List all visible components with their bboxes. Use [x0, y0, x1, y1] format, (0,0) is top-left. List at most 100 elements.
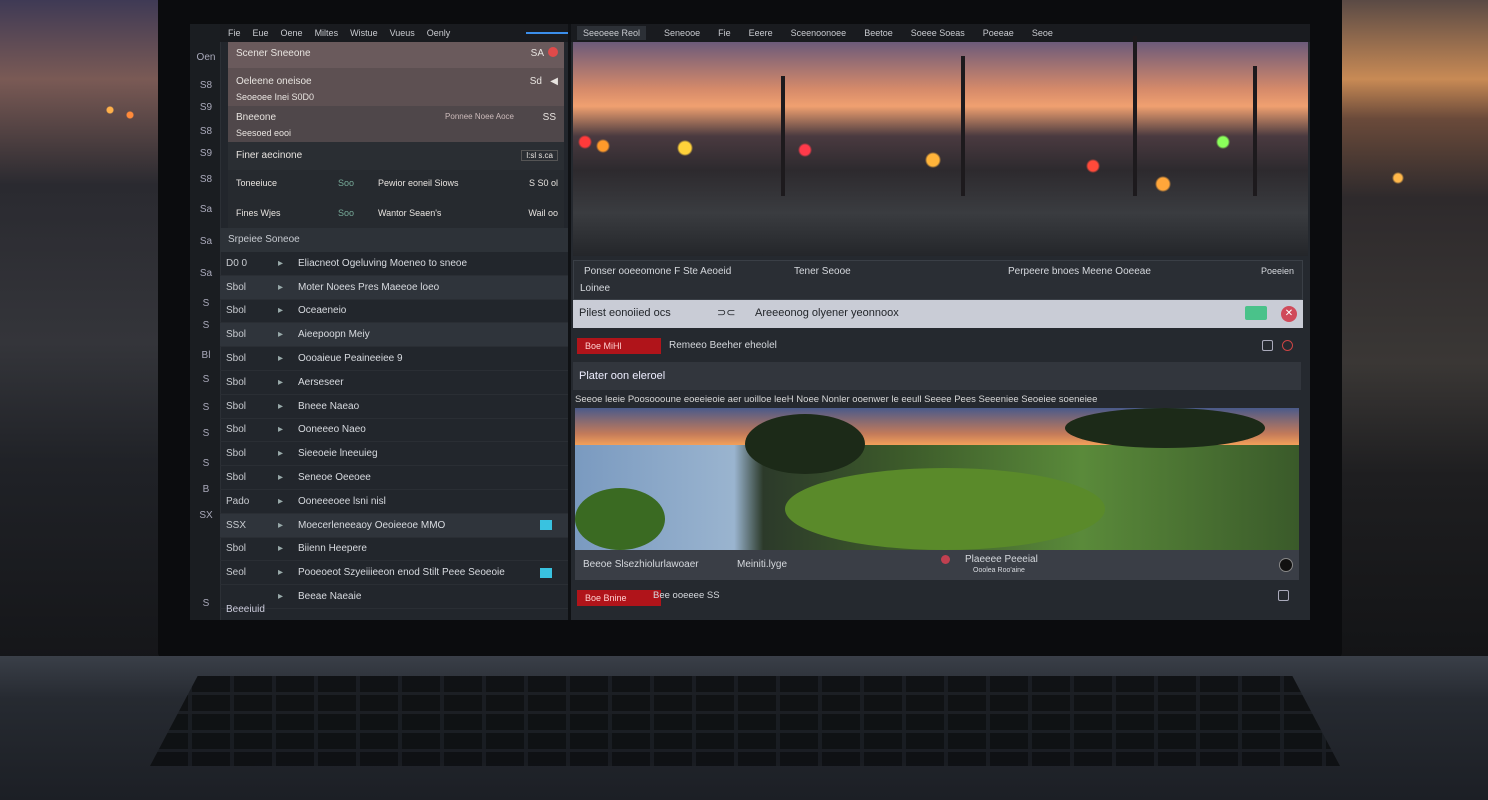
record-dot-icon[interactable] [1282, 340, 1293, 351]
rail-item[interactable]: B [194, 484, 218, 495]
layer-id: Sbol [226, 353, 247, 365]
expand-caret-icon[interactable]: ▸ [278, 496, 298, 507]
rail-item[interactable]: S [194, 428, 218, 439]
rail-item[interactable]: S [194, 298, 218, 309]
panel-filter-section[interactable]: Finer aecinone l:sl s.ca [228, 142, 564, 170]
tab[interactable]: Beetoe [864, 28, 893, 38]
expand-caret-icon[interactable]: ▸ [278, 353, 298, 364]
rail-item[interactable]: S [194, 320, 218, 331]
menu-item-only[interactable]: Oenly [427, 28, 451, 38]
expand-caret-icon[interactable]: ▸ [278, 329, 298, 340]
expand-caret-icon[interactable]: ▸ [278, 472, 298, 483]
menu-item-view[interactable]: Vueus [390, 28, 415, 38]
layer-row[interactable]: Sbol ▸ Biienn Heepere [220, 538, 568, 562]
tab[interactable]: Seneooe [664, 28, 700, 38]
rail-item[interactable]: S [194, 458, 218, 469]
panel-title: Bneeone [236, 112, 277, 123]
panel-brightness[interactable]: Bneeone Seesoed eooi Ponnee Noee Aoce SS [228, 106, 564, 142]
rail-item[interactable]: S9 [194, 148, 218, 159]
layer-id: Sbol [226, 400, 247, 412]
layer-row[interactable]: Sbol ▸ Aieepoopn Meiy [220, 323, 568, 348]
close-icon[interactable]: ✕ [1281, 306, 1297, 322]
metadata-value: Poeeien [1260, 266, 1294, 276]
search-bar[interactable]: Pilest eonoiied ocs ⊃⊂ Areeeonog olyener… [573, 300, 1303, 328]
layer-row[interactable]: Sbol ▸ Oooaieue Peaineeiee 9 [220, 347, 568, 371]
panel-value: SS [542, 112, 556, 123]
settings-icon[interactable] [1262, 340, 1273, 351]
rail-item[interactable]: S [194, 402, 218, 413]
expand-caret-icon[interactable]: ▸ [278, 543, 298, 554]
menu-item-file[interactable]: Fie [228, 28, 241, 38]
status-dot-icon [941, 555, 950, 564]
layer-row[interactable]: SSX ▸ Moecerleneeaoy Oeoieeoe MMO [220, 513, 568, 538]
tab[interactable]: Soeee Soeas [911, 28, 965, 38]
speaker-icon[interactable]: ◀ [550, 76, 558, 87]
expand-caret-icon[interactable]: ▸ [278, 567, 298, 578]
search-input[interactable]: Areeeonog olyener yeonnoox [755, 307, 899, 319]
expand-caret-icon[interactable]: ▸ [278, 305, 298, 316]
rail-item[interactable]: S [194, 374, 218, 385]
menu-item-window[interactable]: Wistue [350, 28, 378, 38]
record-button[interactable]: Boe MiHl [577, 338, 661, 354]
tab[interactable]: Fie [718, 28, 731, 38]
layer-row[interactable]: Sbol ▸ Seneoe Oeeoee [220, 466, 568, 490]
rail-item[interactable]: SX [194, 510, 218, 521]
layer-row[interactable]: D0 0 ▸ Eliacneot Ogeluving Moeneo to sneoe [220, 252, 568, 276]
layer-row[interactable]: Sbol ▸ Ooneeeo Naeo [220, 419, 568, 443]
toggle-icon[interactable] [1279, 558, 1293, 572]
rail-item[interactable]: Sa [194, 204, 218, 215]
tab[interactable]: Sceenoonoee [791, 28, 847, 38]
panel-scene-header[interactable]: Scener Sneeone SA [228, 42, 564, 68]
preview-image-landscape[interactable] [575, 408, 1299, 550]
footer-button[interactable]: Boe Bnine [577, 590, 661, 606]
rail-item[interactable]: S [194, 598, 218, 609]
layer-row[interactable]: Pado ▸ Ooneeeoee lsni nisl [220, 490, 568, 514]
expand-caret-icon[interactable]: ▸ [278, 377, 298, 388]
expand-caret-icon[interactable]: ▸ [278, 448, 298, 459]
tab[interactable]: Poeeae [983, 28, 1014, 38]
layer-visible-icon[interactable] [540, 567, 552, 578]
layer-label: Eliacneot Ogeluving Moeneo to sneoe [298, 257, 468, 269]
rail-item[interactable]: S8 [194, 174, 218, 185]
image-info-right: Plaeeee Peeeial [965, 554, 1038, 565]
property-number: S S0 ol [528, 178, 558, 188]
panel-overview[interactable]: Oeleene oneisoe Seoeoee Inei S0D0 Sd ◀ [228, 68, 564, 106]
rail-item[interactable]: Oen [194, 52, 218, 63]
expand-caret-icon[interactable]: ▸ [278, 282, 298, 293]
rail-item[interactable]: S9 [194, 102, 218, 113]
expand-caret-icon[interactable]: ▸ [278, 401, 298, 412]
metadata-label: Ponser ooeeomone F Ste Aeoeid [584, 266, 732, 277]
image-info-left: Beeoe Slsezhiolurlawoaer [583, 559, 699, 570]
layer-row[interactable]: Sbol ▸ Sieeoeie lneeuieg [220, 442, 568, 467]
rail-item[interactable]: Sa [194, 268, 218, 279]
layer-label: Oceaeneio [298, 305, 347, 317]
rail-item[interactable]: Bl [194, 350, 218, 361]
menu-item-open[interactable]: Oene [281, 28, 303, 38]
rail-item[interactable]: S8 [194, 126, 218, 137]
layer-row[interactable]: Seol ▸ Pooeoeot Szyeiiieeon enod Stilt Pee… [220, 561, 568, 586]
rail-item[interactable]: Sa [194, 236, 218, 247]
layer-label: Seneoe Oeeoee [298, 472, 371, 484]
time-field[interactable]: l:sl s.ca [521, 150, 558, 161]
layer-row[interactable]: Sbol ▸ Aerseseer [220, 371, 568, 395]
expand-caret-icon[interactable]: ▸ [278, 424, 298, 435]
rail-item[interactable]: S8 [194, 80, 218, 91]
expand-caret-icon[interactable]: ▸ [278, 520, 298, 531]
panel-title: Oeleene oneisoe [236, 76, 312, 87]
layer-row[interactable]: Sbol ▸ Moter Noees Pres Maeeoe loeo [220, 275, 568, 300]
tab[interactable]: Eeere [749, 28, 773, 38]
tab-active[interactable]: Seeoeee Reol [577, 26, 647, 40]
preview-image-street[interactable] [573, 36, 1308, 256]
menu-item-edit[interactable]: Eue [253, 28, 269, 38]
footer-label: Bee ooeeee SS [653, 590, 720, 601]
battery-icon [1245, 306, 1267, 320]
layer-visible-icon[interactable] [540, 520, 552, 531]
settings-icon[interactable] [1278, 590, 1289, 601]
tab[interactable]: Seoe [1032, 28, 1053, 38]
search-label: Pilest eonoiied ocs [579, 307, 671, 319]
menu-item-filters[interactable]: Miltes [315, 28, 339, 38]
layer-label: Sieeoeie lneeuieg [298, 448, 378, 460]
layer-row[interactable]: Sbol ▸ Oceaeneio [220, 300, 568, 324]
layer-row[interactable]: Sbol ▸ Bneee Naeao [220, 395, 568, 419]
expand-caret-icon[interactable]: ▸ [278, 258, 298, 269]
